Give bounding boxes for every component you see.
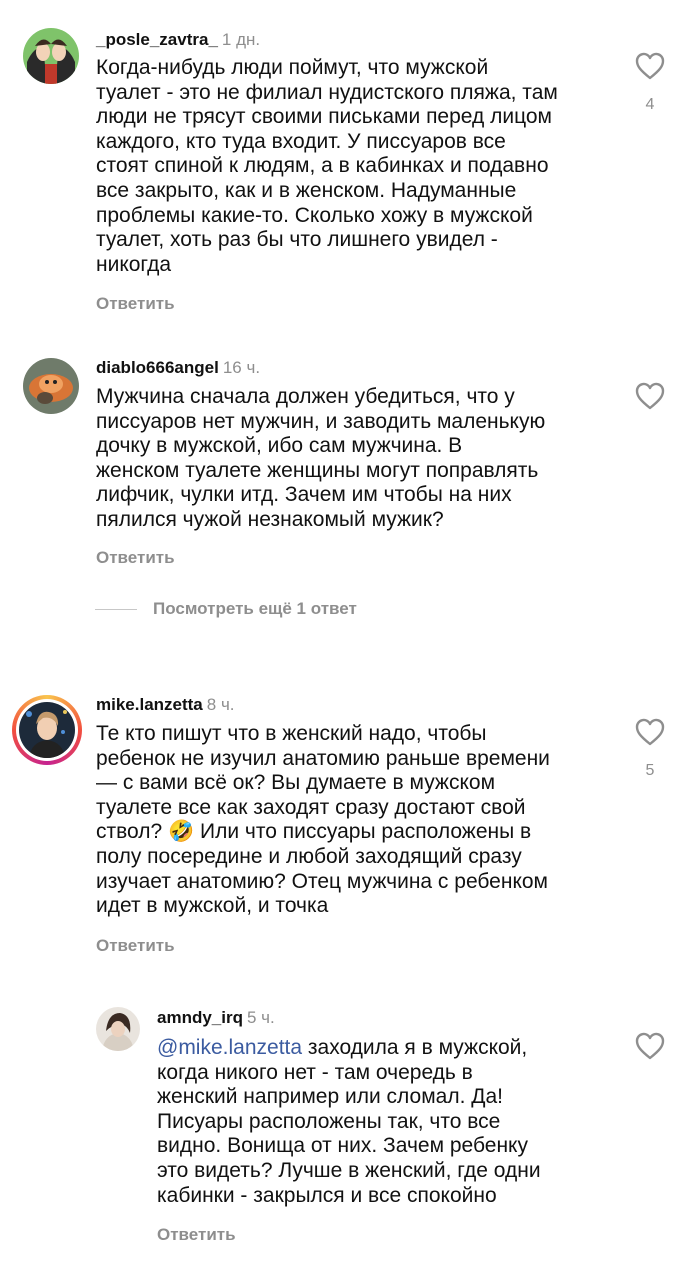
username[interactable]: diablo666angel <box>96 358 219 377</box>
username[interactable]: mike.lanzetta <box>96 695 203 714</box>
like-count: 5 <box>645 762 655 779</box>
timestamp: 1 дн. <box>221 30 261 49</box>
avatar[interactable] <box>96 1007 140 1051</box>
reply-button[interactable]: Ответить <box>96 294 175 314</box>
heart-outline-icon[interactable] <box>635 718 665 746</box>
avatar[interactable] <box>12 695 82 765</box>
comment-meta: mike.lanzetta 8 ч. <box>96 695 235 715</box>
comment-meta: _posle_zavtra_ 1 дн. <box>96 30 260 50</box>
divider <box>95 608 137 610</box>
like-count: 4 <box>645 96 655 113</box>
comment-text: @mike.lanzetta заходила я в мужской, ког… <box>157 1036 597 1208</box>
username[interactable]: amndy_irq <box>157 1008 243 1027</box>
comment-text: Мужчина сначала должен убедиться, что у … <box>96 385 546 531</box>
avatar[interactable] <box>23 358 79 414</box>
comment-body: заходила я в мужской, когда никого нет -… <box>157 1036 541 1207</box>
heart-outline-icon[interactable] <box>635 382 665 410</box>
timestamp: 16 ч. <box>222 358 261 377</box>
comment-meta: diablo666angel 16 ч. <box>96 358 260 378</box>
timestamp: 8 ч. <box>206 695 235 714</box>
reply-button[interactable]: Ответить <box>157 1225 236 1245</box>
heart-outline-icon[interactable] <box>635 1032 665 1060</box>
heart-outline-icon[interactable] <box>635 52 665 80</box>
mention-link[interactable]: @mike.lanzetta <box>157 1036 302 1059</box>
reply-button[interactable]: Ответить <box>96 548 175 568</box>
comment-text: Когда-нибудь люди поймут, что мужской ту… <box>96 56 558 276</box>
view-more-replies[interactable]: Посмотреть ещё 1 ответ <box>95 598 357 620</box>
comment-text: Те кто пишут что в женский надо, чтобы р… <box>96 722 550 918</box>
timestamp: 5 ч. <box>246 1008 275 1027</box>
username[interactable]: _posle_zavtra_ <box>96 30 218 49</box>
avatar[interactable] <box>23 28 79 84</box>
comment-meta: amndy_irq 5 ч. <box>157 1008 275 1028</box>
reply-button[interactable]: Ответить <box>96 936 175 956</box>
view-more-replies-label: Посмотреть ещё 1 ответ <box>153 599 357 618</box>
